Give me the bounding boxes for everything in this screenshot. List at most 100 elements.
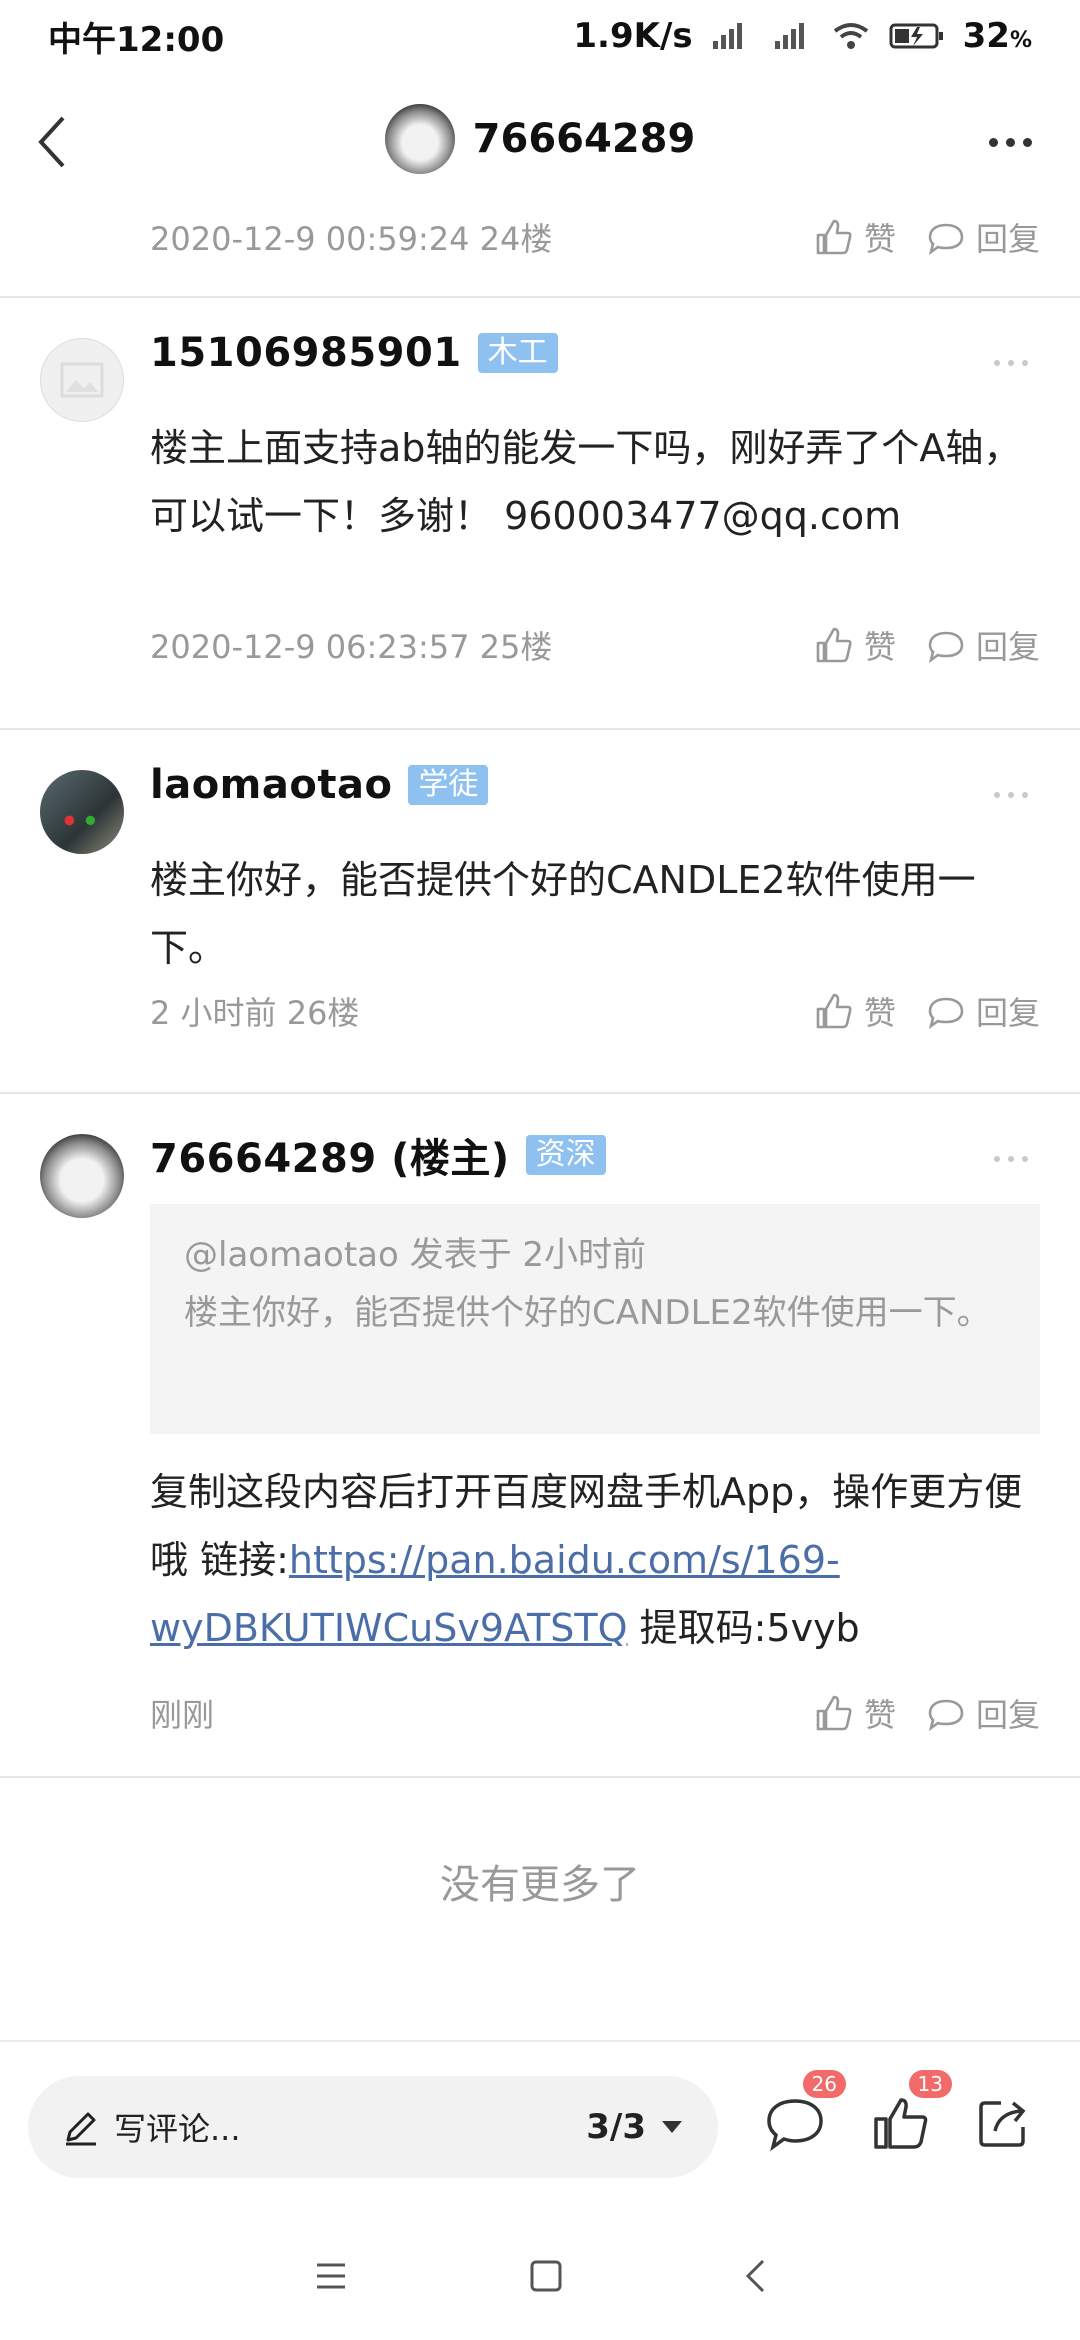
signal-icon (712, 23, 742, 49)
comments-button[interactable]: 26 (760, 2070, 846, 2158)
post-footer: 2020-12-9 06:23:57 25楼 赞 回复 (150, 620, 1040, 670)
system-nav-bar (0, 2212, 1080, 2340)
post-footer: 2 小时前 26楼 赞 回复 (150, 986, 1040, 1036)
post-actions: 赞 回复 (814, 988, 1040, 1034)
comment-count-badge: 26 (802, 2070, 846, 2098)
post-more-button[interactable] (994, 1156, 1028, 1162)
quote-body: 楼主你好，能否提供个好的CANDLE2软件使用一下。 (184, 1293, 991, 1333)
post-25: 15106985901 木工 楼主上面支持ab轴的能发一下吗，刚好弄了个A轴，可… (0, 298, 1080, 730)
post-more-button[interactable] (994, 792, 1028, 798)
dot (988, 137, 998, 147)
thumbs-up-icon (874, 2098, 928, 2149)
reply-button[interactable]: 回复 (926, 214, 1040, 260)
user-level-badge: 资深 (525, 1135, 606, 1175)
comment-input[interactable]: 写评论... 3/3 (28, 2076, 718, 2178)
bottom-comment-bar: 写评论... 3/3 26 13 (0, 2040, 1080, 2210)
extraction-code: 提取码:5vyb (627, 1606, 860, 1650)
post-header: 15106985901 木工 (150, 330, 558, 376)
user-level-badge: 木工 (477, 333, 558, 373)
wifi-icon (833, 23, 868, 49)
dot (1005, 137, 1015, 147)
like-button[interactable]: 赞 (814, 988, 896, 1034)
post-26: laomaotao 学徒 楼主你好，能否提供个好的CANDLE2软件使用一下。 … (0, 730, 1080, 1094)
post-body: 楼主你好，能否提供个好的CANDLE2软件使用一下。 (150, 858, 976, 970)
post-24: 2020-12-9 00:59:24 24楼 赞 回复 (0, 212, 1080, 298)
post-actions: 赞 回复 (814, 1690, 1040, 1736)
dot (1022, 137, 1032, 147)
owner-avatar (384, 104, 455, 174)
like-button[interactable]: 赞 (814, 622, 896, 668)
top-header: 76664289 (0, 72, 1080, 212)
dot (994, 360, 1000, 366)
reply-label: 回复 (975, 1696, 1040, 1734)
quoted-reply: @laomaotao 发表于 2小时前 楼主你好，能否提供个好的CANDLE2软… (150, 1204, 1040, 1434)
thumbs-up-icon (816, 627, 852, 663)
network-speed: 1.9K/s (573, 16, 693, 56)
more-options-button[interactable] (980, 112, 1040, 172)
user-avatar[interactable] (40, 770, 124, 854)
reply-button[interactable]: 回复 (926, 988, 1040, 1034)
post-header: laomaotao 学徒 (150, 762, 489, 808)
username[interactable]: 76664289 (楼主) (150, 1126, 510, 1184)
battery-icon (889, 23, 943, 49)
user-avatar[interactable] (40, 1134, 124, 1218)
dot (1008, 1156, 1014, 1162)
pencil-icon (66, 2112, 96, 2146)
page-indicator: 3/3 (586, 2107, 646, 2147)
home-icon[interactable] (529, 2259, 563, 2293)
like-label: 赞 (863, 220, 896, 258)
post-actions: 赞 回复 (814, 622, 1040, 668)
thumbs-up-icon (816, 993, 852, 1029)
battery-level: 32% (962, 16, 1032, 56)
share-button[interactable] (968, 2088, 1038, 2158)
menu-icon[interactable] (313, 2261, 349, 2291)
end-of-list-note: 没有更多了 (440, 1862, 640, 1908)
image-placeholder-icon (60, 362, 104, 398)
quote-header: @laomaotao 发表于 2小时前 (184, 1235, 647, 1275)
comment-icon (928, 223, 964, 256)
thread-owner[interactable]: 76664289 (0, 104, 1080, 174)
post-footer: 刚刚 赞 回复 (150, 1688, 1040, 1738)
post-meta: 2 小时前 26楼 (150, 994, 360, 1032)
post-more-button[interactable] (994, 360, 1028, 366)
user-avatar[interactable] (40, 338, 124, 422)
like-label: 赞 (863, 628, 896, 666)
reply-label: 回复 (975, 220, 1040, 258)
status-indicators: 1.9K/s 32% (573, 16, 1032, 56)
reply-label: 回复 (975, 994, 1040, 1032)
comment-icon (928, 997, 964, 1030)
username[interactable]: 15106985901 (150, 330, 462, 376)
status-time: 中午12:00 (48, 19, 225, 60)
dot (1008, 360, 1014, 366)
dot (1022, 1156, 1028, 1162)
username[interactable]: laomaotao (150, 762, 392, 808)
caret-down-icon (662, 2121, 682, 2133)
dot (1008, 792, 1014, 798)
page-selector[interactable]: 3/3 (586, 2107, 684, 2147)
post-footer: 2020-12-9 00:59:24 24楼 赞 回复 (150, 212, 1040, 262)
status-bar: 中午12:00 1.9K/s 32% (0, 0, 1080, 72)
comment-icon (767, 2099, 823, 2151)
signal-icon-2 (774, 23, 804, 49)
dot (1022, 360, 1028, 366)
comment-placeholder: 写评论... (114, 2110, 241, 2148)
like-thread-button[interactable]: 13 (866, 2070, 952, 2158)
reply-button[interactable]: 回复 (926, 622, 1040, 668)
user-level-badge: 学徒 (408, 765, 489, 805)
post-actions: 赞 回复 (814, 214, 1040, 260)
post-header: 76664289 (楼主) 资深 (150, 1126, 606, 1184)
post-body: 楼主上面支持ab轴的能发一下吗，刚好弄了个A轴，可以试一下！多谢！ 960003… (150, 426, 1022, 538)
like-label: 赞 (863, 994, 896, 1032)
post-body: 复制这段内容后打开百度网盘手机App，操作更方便哦 链接:https://pan… (150, 1458, 1040, 1662)
dot (994, 792, 1000, 798)
post-owner-reply: 76664289 (楼主) 资深 @laomaotao 发表于 2小时前 楼主你… (0, 1094, 1080, 1778)
like-label: 赞 (863, 1696, 896, 1734)
like-button[interactable]: 赞 (814, 214, 896, 260)
page-title: 76664289 (472, 116, 696, 162)
comment-icon (928, 1699, 964, 1732)
reply-button[interactable]: 回复 (926, 1690, 1040, 1736)
back-nav-icon[interactable] (743, 2258, 767, 2294)
like-count-badge: 13 (908, 2070, 952, 2098)
thumbs-up-icon (816, 1695, 852, 1731)
like-button[interactable]: 赞 (814, 1690, 896, 1736)
